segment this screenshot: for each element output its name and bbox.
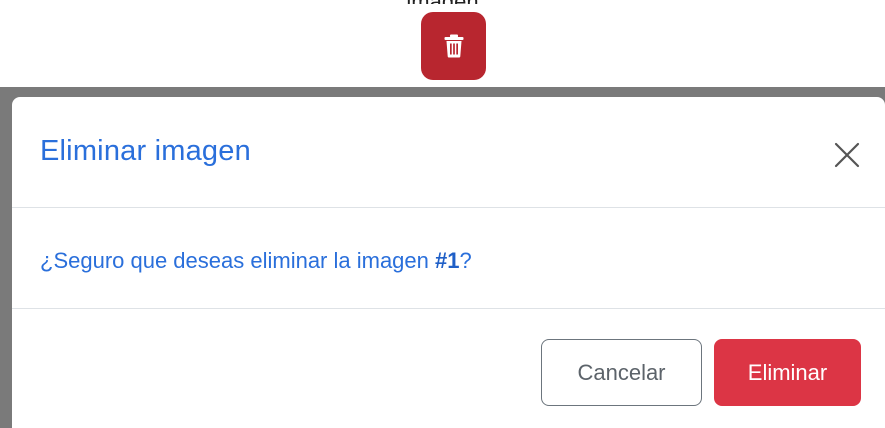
modal-body: ¿Seguro que deseas eliminar la imagen #1… (12, 208, 885, 309)
delete-image-modal: Eliminar imagen ¿Seguro que deseas elimi… (12, 97, 885, 428)
confirm-message: ¿Seguro que deseas eliminar la imagen #1… (40, 248, 472, 274)
modal-title: Eliminar imagen (40, 135, 251, 167)
cancel-button[interactable]: Cancelar (541, 339, 702, 406)
confirm-delete-button[interactable]: Eliminar (714, 339, 861, 406)
image-number: #1 (435, 248, 460, 273)
delete-image-trigger-button[interactable] (421, 12, 486, 80)
confirm-message-prefix: ¿Seguro que deseas eliminar la imagen (40, 248, 436, 273)
close-button[interactable] (830, 138, 864, 172)
confirm-message-suffix: ? (459, 248, 472, 273)
page-caption: imagen (0, 0, 885, 4)
close-icon (830, 142, 864, 175)
modal-footer: Cancelar Eliminar (12, 309, 885, 428)
trash-icon (444, 34, 464, 58)
modal-header: Eliminar imagen (12, 97, 885, 208)
